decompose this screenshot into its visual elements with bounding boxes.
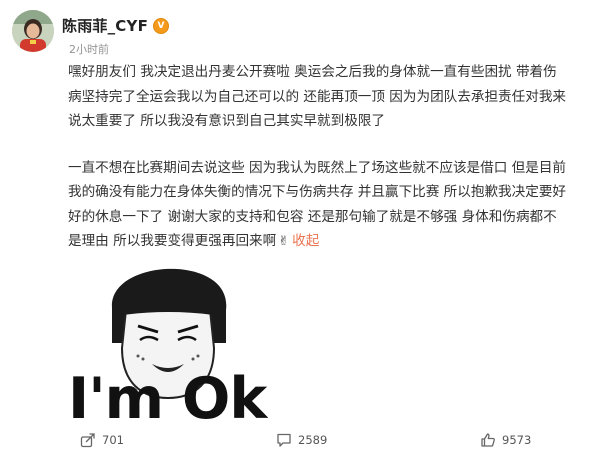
meme-caption: I'm Ok	[68, 366, 267, 430]
share-icon	[80, 433, 95, 448]
post-timestamp[interactable]: 2小时前	[69, 41, 109, 57]
victory-hand-icon: ✌	[278, 234, 290, 249]
like-button[interactable]: 9573	[480, 432, 531, 448]
comment-button[interactable]: 2589	[276, 432, 327, 448]
avatar[interactable]	[12, 10, 54, 52]
comment-icon	[277, 433, 291, 447]
name-row: 陈雨菲_CYF V	[62, 15, 170, 36]
verified-badge-icon: V	[153, 17, 170, 34]
collapse-link[interactable]: 收起	[292, 233, 319, 249]
share-button[interactable]: 701	[80, 432, 124, 448]
username[interactable]: 陈雨菲_CYF	[62, 15, 148, 36]
avatar-image	[12, 10, 54, 52]
like-count: 9573	[502, 433, 532, 447]
like-icon	[481, 433, 495, 447]
post-paragraph: 嘿好朋友们 我决定退出丹麦公开赛啦 奥运会之后我的身体就一直有些困扰 带着伤病坚…	[68, 64, 567, 129]
comment-count: 2589	[298, 433, 328, 447]
action-bar: 701 2589 9573	[0, 428, 600, 458]
meme-image[interactable]: I'm Ok	[68, 248, 268, 430]
post-paragraph-last: 一直不想在比赛期间去说这些 因为我认为既然上了场这些就不应该是借口 但是目前我的…	[68, 156, 568, 255]
post-text: 嘿好朋友们 我决定退出丹麦公开赛啦 奥运会之后我的身体就一直有些困扰 带着伤病坚…	[68, 60, 568, 277]
share-count: 701	[102, 433, 124, 447]
post-header: 陈雨菲_CYF V 2小时前	[12, 10, 582, 57]
